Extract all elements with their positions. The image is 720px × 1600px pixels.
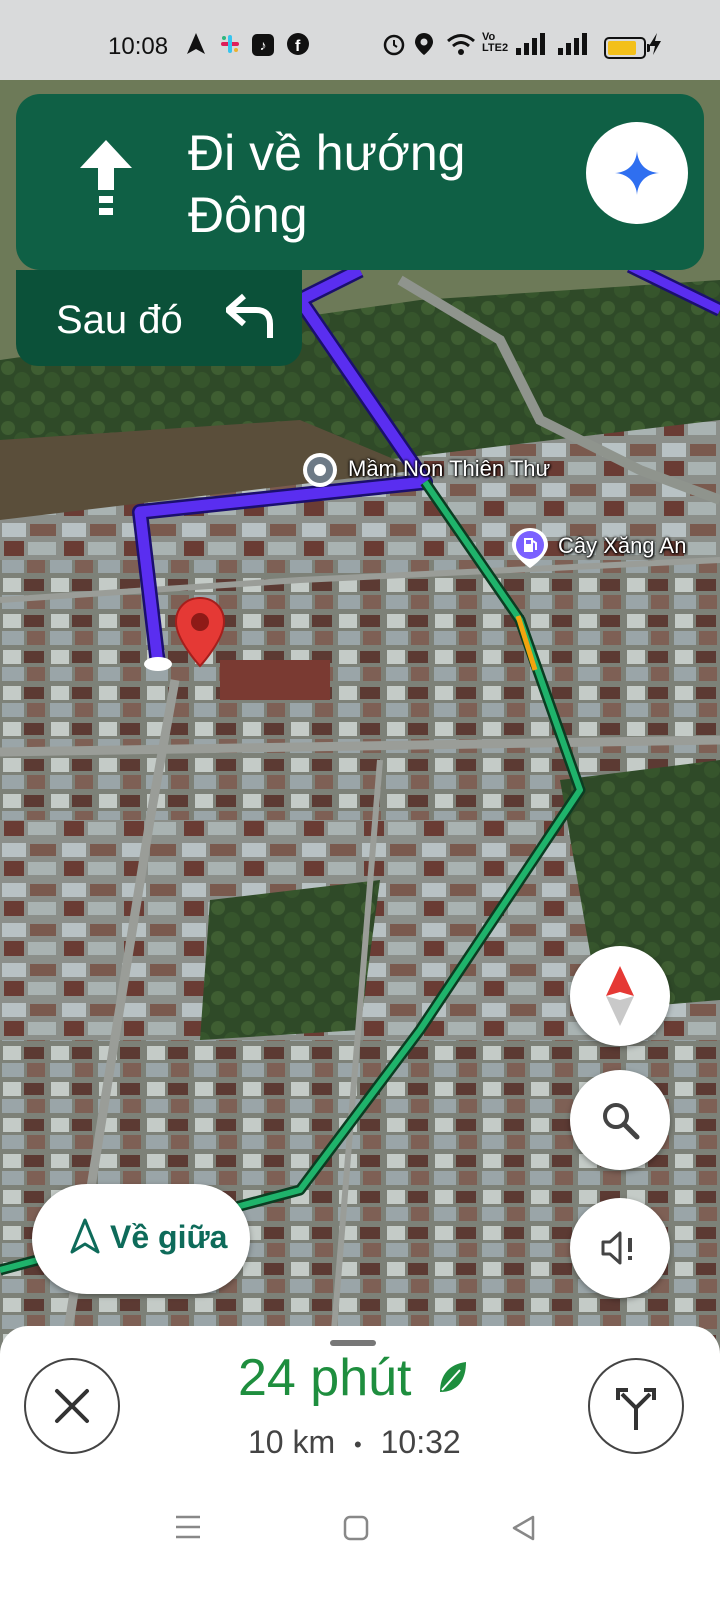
location-icon bbox=[414, 32, 434, 62]
home-icon[interactable] bbox=[342, 1514, 370, 1547]
slack-icon bbox=[218, 32, 242, 62]
gemini-icon bbox=[615, 151, 659, 195]
destination-pin-icon bbox=[174, 596, 226, 673]
leaf-icon bbox=[436, 1360, 468, 1401]
then-banner[interactable]: Sau đó bbox=[16, 270, 302, 366]
sheet-handle[interactable] bbox=[330, 1340, 376, 1346]
search-button[interactable] bbox=[570, 1070, 670, 1170]
gemini-button[interactable] bbox=[586, 122, 688, 224]
compass-button[interactable] bbox=[570, 946, 670, 1046]
route-fork-icon bbox=[616, 1388, 656, 1430]
straight-arrow-icon bbox=[78, 138, 134, 227]
signal-icon-2 bbox=[556, 32, 588, 62]
navigation-arrow-icon bbox=[70, 1218, 100, 1259]
menu-icon[interactable] bbox=[174, 1514, 202, 1545]
trip-meta: 10 km • 10:32 bbox=[248, 1424, 461, 1461]
maneuver-instruction: Đi về hướng Đông bbox=[188, 125, 466, 243]
close-icon bbox=[55, 1389, 89, 1423]
poi-label-gas[interactable]: Cây Xăng An bbox=[558, 533, 686, 559]
svg-text:f: f bbox=[295, 38, 301, 55]
recenter-button[interactable]: Về giữa bbox=[32, 1184, 250, 1294]
signal-icon bbox=[514, 32, 546, 62]
back-icon[interactable] bbox=[510, 1514, 536, 1547]
poi-label-school[interactable]: Mầm Non Thiên Thư bbox=[348, 456, 550, 482]
turn-left-icon bbox=[225, 292, 278, 345]
trip-separator: • bbox=[354, 1431, 362, 1457]
status-time: 10:08 bbox=[108, 33, 169, 60]
trip-distance: 10 km bbox=[248, 1424, 336, 1460]
then-label: Sau đó bbox=[56, 298, 183, 342]
navigation-banner[interactable]: Đi về hướng Đông bbox=[16, 94, 704, 270]
compass-icon bbox=[606, 966, 634, 1026]
alternate-routes-button[interactable] bbox=[588, 1358, 684, 1454]
poi-marker-icon[interactable] bbox=[302, 452, 338, 497]
search-icon bbox=[603, 1103, 640, 1140]
trip-sheet[interactable]: 24 phút 10 km • 10:32 bbox=[0, 1326, 720, 1600]
sound-button[interactable] bbox=[570, 1198, 670, 1298]
alarm-icon bbox=[382, 32, 406, 62]
recenter-label: Về giữa bbox=[110, 1219, 228, 1255]
navigation-icon bbox=[186, 32, 206, 62]
trip-duration: 24 phút bbox=[238, 1349, 412, 1407]
arrival-time: 10:32 bbox=[380, 1424, 461, 1460]
gas-station-icon[interactable] bbox=[510, 526, 550, 575]
volte-label: Vo LTE2 bbox=[482, 31, 509, 54]
volume-alert-icon bbox=[601, 1231, 632, 1265]
facebook-icon: f bbox=[286, 32, 310, 62]
charging-icon bbox=[648, 32, 662, 62]
tiktok-icon: ♪ bbox=[252, 34, 274, 56]
exit-navigation-button[interactable] bbox=[24, 1358, 120, 1454]
status-bar: 10:08 ♪ f Vo LTE2 bbox=[0, 0, 720, 80]
battery-icon bbox=[604, 37, 650, 59]
wifi-icon bbox=[446, 32, 476, 62]
